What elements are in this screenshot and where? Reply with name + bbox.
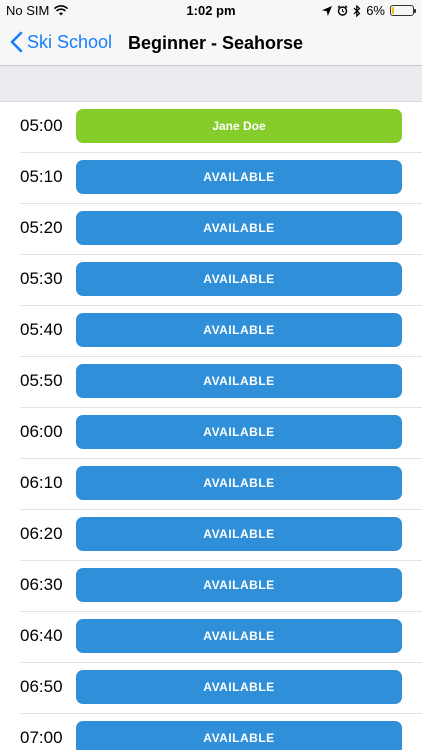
alarm-icon <box>337 5 348 16</box>
time-slot-row: 06:30 AVAILABLE <box>20 561 422 612</box>
back-button[interactable]: Ski School <box>10 31 112 53</box>
time-slot-row: 05:30 AVAILABLE <box>20 255 422 306</box>
battery-icon <box>390 5 416 16</box>
available-slot-button[interactable]: AVAILABLE <box>76 313 402 347</box>
time-slot-row: 05:50 AVAILABLE <box>20 357 422 408</box>
slot-time-label: 05:20 <box>20 218 63 237</box>
available-slot-button[interactable]: AVAILABLE <box>76 211 402 245</box>
available-slot-button[interactable]: AVAILABLE <box>76 160 402 194</box>
bluetooth-icon <box>353 4 361 17</box>
slot-time-label: 05:00 <box>20 116 63 135</box>
navigation-bar: Ski School Beginner - Seahorse <box>0 22 422 66</box>
battery-percent: 6% <box>366 3 385 18</box>
slot-time-label: 06:10 <box>20 473 63 492</box>
available-slot-button[interactable]: AVAILABLE <box>76 670 402 704</box>
back-button-label: Ski School <box>27 31 113 52</box>
time-slot-row: 07:00 AVAILABLE <box>20 714 422 750</box>
time-slot-row: 06:10 AVAILABLE <box>20 459 422 510</box>
time-slot-row: 06:00 AVAILABLE <box>20 408 422 459</box>
slot-time-label: 05:30 <box>20 269 63 288</box>
available-slot-button[interactable]: AVAILABLE <box>76 619 402 653</box>
time-slot-row: 06:20 AVAILABLE <box>20 510 422 561</box>
time-slot-row: 06:40 AVAILABLE <box>20 612 422 663</box>
slot-time-label: 06:50 <box>20 677 63 696</box>
battery-level-fill <box>392 7 394 14</box>
available-slot-button[interactable]: AVAILABLE <box>76 517 402 551</box>
time-slot-row: 05:20 AVAILABLE <box>20 204 422 255</box>
slot-time-label: 06:40 <box>20 626 63 645</box>
section-header <box>0 66 422 102</box>
page-title: Beginner - Seahorse <box>128 33 304 53</box>
time-slot-row: 06:50 AVAILABLE <box>20 663 422 714</box>
status-right: 6% <box>322 3 416 18</box>
available-slot-button[interactable]: AVAILABLE <box>76 568 402 602</box>
slot-time-label: 05:10 <box>20 167 63 186</box>
slot-time-label: 06:20 <box>20 524 63 543</box>
slot-time-label: 07:00 <box>20 728 63 747</box>
slot-time-label: 05:50 <box>20 371 63 390</box>
slot-time-label: 05:40 <box>20 320 63 339</box>
time-slot-row: 05:40 AVAILABLE <box>20 306 422 357</box>
time-slot-list: 05:00 Jane Doe 05:10 AVAILABLE 05:20 AVAILABL… <box>0 102 422 750</box>
available-slot-button[interactable]: AVAILABLE <box>76 466 402 500</box>
location-arrow-icon <box>322 5 333 16</box>
available-slot-button[interactable]: AVAILABLE <box>76 364 402 398</box>
available-slot-button[interactable]: AVAILABLE <box>76 262 402 296</box>
available-slot-button[interactable]: AVAILABLE <box>76 721 402 750</box>
chevron-left-icon <box>10 31 23 53</box>
time-slot-row: 05:10 AVAILABLE <box>20 153 422 204</box>
booked-slot-button[interactable]: Jane Doe <box>76 109 402 143</box>
status-bar: No SIM 1:02 pm 6% <box>0 0 422 22</box>
slot-time-label: 06:30 <box>20 575 63 594</box>
slot-time-label: 06:00 <box>20 422 63 441</box>
time-slot-row: 05:00 Jane Doe <box>20 102 422 153</box>
available-slot-button[interactable]: AVAILABLE <box>76 415 402 449</box>
